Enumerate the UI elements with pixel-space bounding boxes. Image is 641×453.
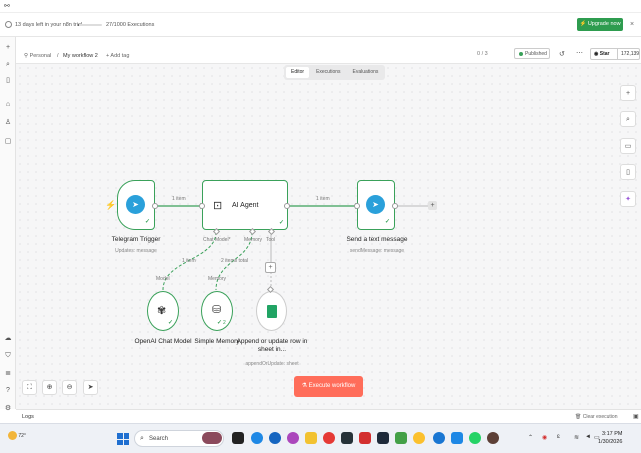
temperature: 72° (18, 432, 26, 439)
system-clock[interactable]: 3:17 PM 1/30/2026 (598, 430, 622, 446)
taskbar-thumbnail-icon[interactable] (202, 432, 222, 444)
terminal-icon[interactable] (232, 432, 244, 444)
app-icon[interactable] (377, 432, 389, 444)
wifi-icon[interactable]: ≋ (574, 434, 579, 441)
node-label: Append or update row in sheet in... (236, 338, 308, 353)
app-icon[interactable] (341, 432, 353, 444)
execute-workflow-button[interactable]: ⚗ Execute workflow (294, 376, 363, 397)
pointer-tool-icon[interactable]: ➤ (83, 380, 98, 395)
app-icon[interactable] (323, 432, 335, 444)
database-icon: ⛁ (212, 304, 222, 316)
fit-view-icon[interactable]: ⛶ (22, 380, 37, 395)
hp-icon[interactable] (269, 432, 281, 444)
output-handle[interactable] (284, 203, 290, 209)
success-check-icon: ✓ (145, 219, 151, 225)
port-label: Memory (208, 276, 227, 282)
edge-label: 1 item (182, 258, 196, 264)
node-subtitle: appendOrUpdate: sheet (245, 361, 299, 367)
search-label: Search (149, 436, 169, 442)
port-label: Chat Model* (203, 237, 231, 243)
clear-execution-button[interactable]: 🗑 Clear execution (575, 414, 618, 420)
logs-panel-bar[interactable]: Logs 🗑 Clear execution ▣ ⌃ (16, 409, 641, 423)
node-telegram-trigger[interactable]: ➤ ✓ (117, 180, 155, 230)
language-icon[interactable]: ɛ (557, 434, 560, 440)
node-subtitle: Updates: message (115, 248, 157, 254)
telegram-icon: ➤ (366, 195, 385, 214)
node-send-message[interactable]: ➤ ✓ (357, 180, 395, 230)
volume-icon[interactable]: ◄ (585, 434, 591, 440)
chrome-icon[interactable] (413, 432, 425, 444)
media-player-icon[interactable] (487, 432, 499, 444)
input-handle[interactable] (354, 203, 360, 209)
whatsapp-icon[interactable] (469, 432, 481, 444)
input-handle[interactable] (199, 203, 205, 209)
add-node-icon[interactable]: + (620, 85, 636, 101)
robot-icon: ⊡ (213, 200, 223, 212)
success-check-icon: ✓ (168, 320, 174, 326)
google-sheets-icon (267, 305, 277, 318)
edge-browser-icon[interactable] (251, 432, 263, 444)
outlook-icon[interactable] (451, 432, 463, 444)
copilot-icon[interactable] (287, 432, 299, 444)
clock-date: 1/30/2026 (598, 439, 623, 445)
folder-icon[interactable] (305, 432, 317, 444)
ai-sparkle-icon[interactable]: ✦ (620, 191, 636, 207)
trigger-bolt-icon: ⚡ (105, 200, 117, 210)
logs-label: Logs (22, 414, 34, 420)
port-label: Memory (244, 237, 263, 243)
node-ai-agent[interactable]: ⊡ AI Agent ✓ (202, 180, 288, 230)
run-count-badge: 2 (223, 320, 226, 326)
node-label: Send a text message (346, 236, 408, 243)
panel-toggle-icon[interactable]: ▯ (620, 164, 636, 180)
windows-taskbar: 72° ⌕ Search ⌃ ◉ ɛ ≋ ◄ ▭ 3:17 PM 1/30/202… (0, 423, 641, 453)
node-google-sheets[interactable] (256, 291, 287, 331)
add-node-plus-icon[interactable]: + (428, 201, 437, 210)
openai-icon: ✾ (157, 305, 167, 317)
weather-widget[interactable]: 72° (8, 431, 26, 440)
success-check-icon: ✓ (385, 219, 391, 225)
port-label: Tool (266, 237, 276, 243)
success-check-icon: ✓ (217, 320, 223, 326)
sun-icon (8, 431, 17, 440)
app-icon[interactable] (433, 432, 445, 444)
mcafee-icon[interactable] (359, 432, 371, 444)
output-handle[interactable] (392, 203, 398, 209)
edge-label: 2 items total (221, 258, 248, 264)
expand-panel-icon[interactable]: ▣ (633, 413, 639, 420)
port-label: Model (156, 276, 170, 282)
node-openai-chat-model[interactable]: ✾ ✓ (147, 291, 179, 331)
zoom-in-icon[interactable]: ⊕ (42, 380, 57, 395)
tray-chevron-icon[interactable]: ⌃ (528, 434, 533, 441)
execute-label: Execute workflow (308, 383, 356, 389)
node-subtitle: sendMessage: message (349, 248, 405, 254)
success-check-icon: ✓ (279, 220, 285, 226)
windows-start-icon[interactable] (117, 433, 129, 445)
clear-label: Clear execution (582, 414, 618, 420)
clock-time: 3:17 PM (601, 431, 623, 437)
app-icon[interactable] (395, 432, 407, 444)
output-handle[interactable] (152, 203, 158, 209)
node-simple-memory[interactable]: ⛁ ✓ 2 (201, 291, 233, 331)
search-icon: ⌕ (140, 435, 144, 442)
sticky-note-icon[interactable]: ▭ (620, 138, 636, 154)
edge-label: 1 item (316, 196, 330, 202)
tray-app-icon[interactable]: ◉ (542, 434, 547, 441)
telegram-icon: ➤ (126, 195, 145, 214)
add-tool-plus-icon[interactable]: + (265, 262, 276, 273)
node-label: AI Agent (232, 202, 259, 209)
node-label: Telegram Trigger (111, 236, 161, 243)
zoom-out-icon[interactable]: ⊖ (62, 380, 77, 395)
search-nodes-icon[interactable]: ⌕ (620, 111, 636, 127)
edge-label: 1 item (172, 196, 186, 202)
